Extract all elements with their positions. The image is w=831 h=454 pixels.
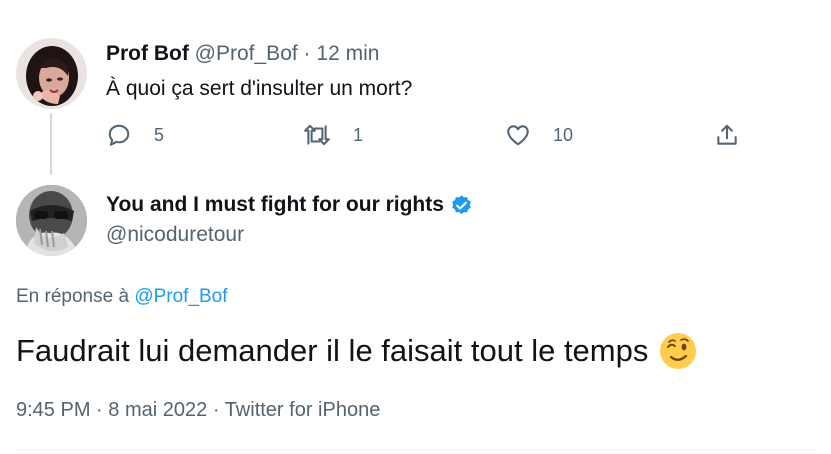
separator-dot: · [96, 399, 103, 421]
retweet-icon [304, 124, 330, 146]
heart-icon [507, 125, 529, 146]
winking-face-icon [660, 333, 697, 369]
share-icon [717, 124, 737, 145]
display-name[interactable]: You and I must fight for our rights [106, 192, 444, 218]
retweet-count: 1 [353, 124, 364, 145]
share-button[interactable] [714, 120, 740, 150]
tweet-date[interactable]: 8 mai 2022 [108, 399, 207, 421]
user-handle[interactable]: @nicoduretour [106, 222, 244, 248]
reply-button[interactable]: 5 [106, 120, 164, 150]
tweet-header: Prof Bof @Prof_Bof · 12 min [106, 42, 379, 66]
verified-badge-icon[interactable] [450, 194, 473, 217]
tweet-meta: 9:45 PM · 8 mai 2022 · Twitter for iPhon… [16, 398, 380, 422]
separator-dot: · [212, 399, 220, 421]
tweet-text-container: Faudrait lui demander il le faisait tout… [16, 330, 698, 372]
tweet-thread: Prof Bof @Prof_Bof · 12 min À quoi ça se… [0, 0, 831, 454]
tweet-text: À quoi ça sert d'insulter un mort? [106, 77, 413, 100]
like-button[interactable]: 10 [505, 120, 573, 150]
tweet-time[interactable]: 9:45 PM [16, 399, 90, 421]
separator-dot: · [303, 42, 311, 65]
reply-count: 5 [154, 124, 165, 145]
divider [16, 449, 815, 450]
avatar[interactable] [16, 185, 87, 256]
avatar[interactable] [16, 38, 87, 109]
retweet-button[interactable]: 1 [303, 120, 363, 150]
reply-mention-link[interactable]: @Prof_Bof [134, 286, 227, 307]
thread-line [50, 113, 52, 175]
main-name-row: You and I must fight for our rights [106, 192, 473, 218]
reply-prefix: En réponse à [16, 286, 130, 307]
reply-context: En réponse à @Prof_Bof [16, 285, 228, 309]
user-handle[interactable]: @Prof_Bof [195, 42, 298, 65]
like-count: 10 [553, 124, 574, 145]
reply-icon [108, 124, 130, 146]
tweet-time[interactable]: 12 min [316, 42, 379, 65]
tweet-text: Faudrait lui demander il le faisait tout… [16, 333, 649, 368]
tweet-source[interactable]: Twitter for iPhone [225, 399, 381, 421]
display-name[interactable]: Prof Bof [106, 42, 189, 65]
